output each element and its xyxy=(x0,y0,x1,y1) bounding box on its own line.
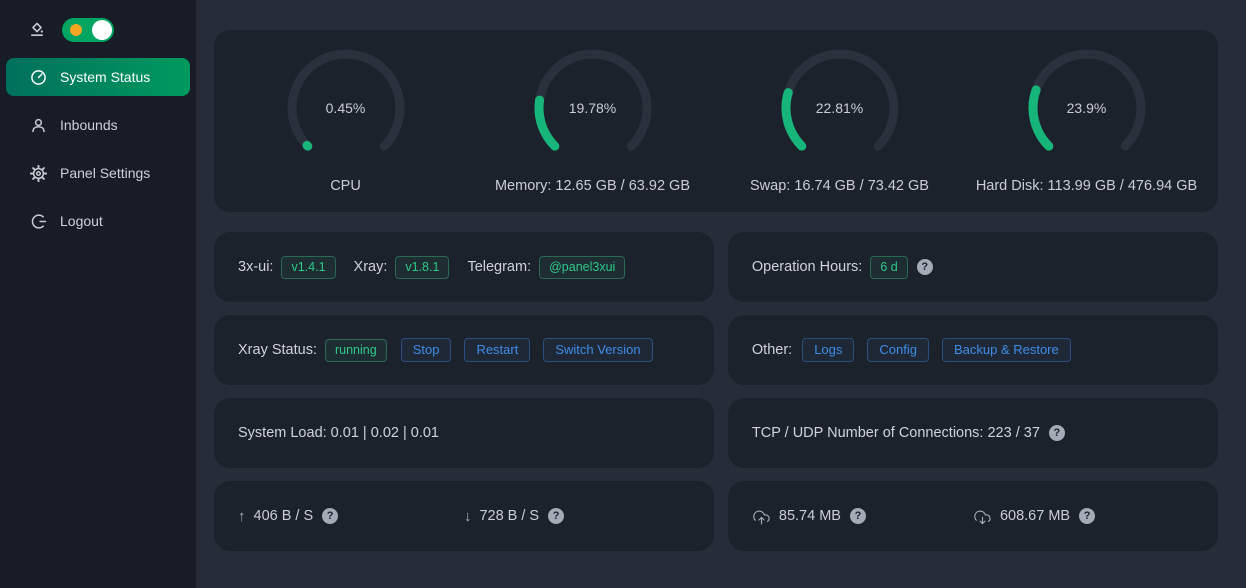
main-content: 0.45% CPU 19.78% Memory: 12.65 GB / 63.9… xyxy=(196,0,1246,588)
user-icon xyxy=(30,117,47,134)
connections-card: TCP / UDP Number of Connections: 223 / 3… xyxy=(728,398,1218,468)
download-total-stat: 608.67 MB ? xyxy=(973,508,1194,525)
disk-gauge-value: 23.9% xyxy=(1027,48,1147,168)
xui-label: 3x-ui: xyxy=(238,259,273,275)
cloud-download-icon xyxy=(973,508,992,525)
help-icon[interactable]: ? xyxy=(548,508,564,524)
cloud-upload-icon xyxy=(752,508,771,525)
config-button[interactable]: Config xyxy=(867,338,929,362)
upload-total-value: 85.74 MB xyxy=(779,508,841,524)
app-window: System Status Inbounds xyxy=(0,0,1246,588)
other-label: Other: xyxy=(752,342,792,358)
connections-text: TCP / UDP Number of Connections: 223 / 3… xyxy=(752,425,1040,441)
upload-speed-stat: ↑ 406 B / S ? xyxy=(238,508,464,525)
sidebar-menu: System Status Inbounds xyxy=(0,58,196,240)
sidebar-item-inbounds[interactable]: Inbounds xyxy=(6,106,190,144)
swap-gauge-value: 22.81% xyxy=(780,48,900,168)
logout-icon xyxy=(30,213,47,230)
operation-hours-tag: 6 d xyxy=(870,256,907,279)
network-speed-card: ↑ 406 B / S ? ↓ 728 B / S ? xyxy=(214,481,714,551)
theme-color-icon[interactable] xyxy=(28,21,46,39)
sidebar-item-label: System Status xyxy=(60,69,150,85)
other-actions-card: Other: Logs Config Backup & Restore xyxy=(728,315,1218,385)
sidebar-item-label: Logout xyxy=(60,213,103,229)
memory-gauge-caption: Memory: 12.65 GB / 63.92 GB xyxy=(495,178,690,194)
theme-toggle[interactable] xyxy=(62,18,114,42)
sun-icon xyxy=(70,24,82,36)
telegram-handle-tag[interactable]: @panel3xui xyxy=(539,256,625,279)
sidebar-item-system-status[interactable]: System Status xyxy=(6,58,190,96)
system-gauges-card: 0.45% CPU 19.78% Memory: 12.65 GB / 63.9… xyxy=(214,30,1218,212)
sidebar-item-panel-settings[interactable]: Panel Settings xyxy=(6,154,190,192)
network-usage-card: 85.74 MB ? 608.67 MB ? xyxy=(728,481,1218,551)
xray-version-tag: v1.8.1 xyxy=(395,256,449,279)
cpu-gauge-cell: 0.45% CPU xyxy=(222,48,469,194)
sidebar-item-label: Panel Settings xyxy=(60,165,150,181)
system-load-text: System Load: 0.01 | 0.02 | 0.01 xyxy=(238,425,439,441)
arrow-up-icon: ↑ xyxy=(238,508,246,525)
sidebar: System Status Inbounds xyxy=(0,0,196,588)
backup-restore-button[interactable]: Backup & Restore xyxy=(942,338,1071,362)
xui-version-tag: v1.4.1 xyxy=(281,256,335,279)
help-icon[interactable]: ? xyxy=(1079,508,1095,524)
download-speed-value: 728 B / S xyxy=(479,508,539,524)
xray-status-card: Xray Status: running Stop Restart Switch… xyxy=(214,315,714,385)
stop-button[interactable]: Stop xyxy=(401,338,452,362)
versions-card: 3x-ui: v1.4.1 Xray: v1.8.1 Telegram: @pa… xyxy=(214,232,714,302)
cpu-gauge-value: 0.45% xyxy=(286,48,406,168)
sidebar-item-logout[interactable]: Logout xyxy=(6,202,190,240)
memory-gauge-cell: 19.78% Memory: 12.65 GB / 63.92 GB xyxy=(469,48,716,194)
disk-gauge-caption: Hard Disk: 113.99 GB / 476.94 GB xyxy=(976,178,1197,194)
theme-row xyxy=(0,14,196,46)
upload-speed-value: 406 B / S xyxy=(254,508,314,524)
telegram-label: Telegram: xyxy=(467,259,531,275)
xray-status-label: Xray Status: xyxy=(238,342,317,358)
operation-hours-card: Operation Hours: 6 d ? xyxy=(728,232,1218,302)
restart-button[interactable]: Restart xyxy=(464,338,530,362)
logs-button[interactable]: Logs xyxy=(802,338,854,362)
download-speed-stat: ↓ 728 B / S ? xyxy=(464,508,690,525)
switch-version-button[interactable]: Switch Version xyxy=(543,338,652,362)
help-icon[interactable]: ? xyxy=(322,508,338,524)
xray-label: Xray: xyxy=(354,259,388,275)
dashboard-icon xyxy=(30,69,47,86)
swap-gauge-caption: Swap: 16.74 GB / 73.42 GB xyxy=(750,178,929,194)
gear-icon xyxy=(30,165,47,182)
memory-gauge-value: 19.78% xyxy=(533,48,653,168)
cards-grid: 3x-ui: v1.4.1 Xray: v1.8.1 Telegram: @pa… xyxy=(214,232,1218,551)
help-icon[interactable]: ? xyxy=(850,508,866,524)
swap-gauge-cell: 22.81% Swap: 16.74 GB / 73.42 GB xyxy=(716,48,963,194)
help-icon[interactable]: ? xyxy=(1049,425,1065,441)
help-icon[interactable]: ? xyxy=(917,259,933,275)
toggle-knob xyxy=(92,20,112,40)
upload-total-stat: 85.74 MB ? xyxy=(752,508,973,525)
xray-status-badge: running xyxy=(325,339,387,362)
cpu-gauge-caption: CPU xyxy=(330,178,361,194)
download-total-value: 608.67 MB xyxy=(1000,508,1070,524)
sidebar-item-label: Inbounds xyxy=(60,117,118,133)
arrow-down-icon: ↓ xyxy=(464,508,472,525)
operation-hours-label: Operation Hours: xyxy=(752,259,862,275)
disk-gauge-cell: 23.9% Hard Disk: 113.99 GB / 476.94 GB xyxy=(963,48,1210,194)
system-load-card: System Load: 0.01 | 0.02 | 0.01 xyxy=(214,398,714,468)
